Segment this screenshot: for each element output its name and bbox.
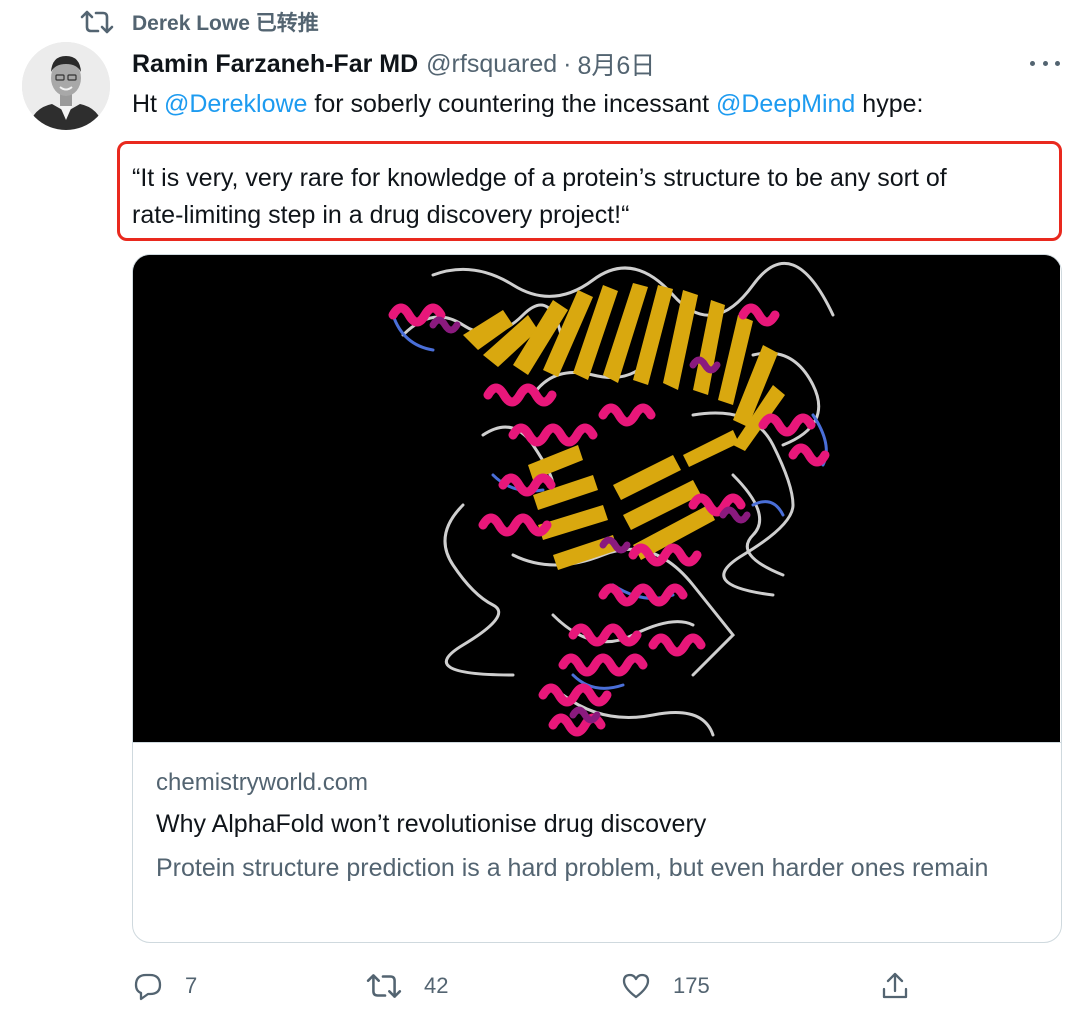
heart-icon [622, 973, 650, 999]
tweet-header: Ramin Farzaneh-Far MD @rfsquared · 8月6日 [132, 45, 655, 83]
tweet-text-part: Ht [132, 90, 164, 118]
retweet-icon [366, 974, 402, 998]
card-title[interactable]: Why AlphaFold won’t revolutionise drug d… [156, 810, 706, 839]
retweeted-by-label[interactable]: Derek Lowe 已转推 [132, 7, 319, 37]
tweet-text-part: hype: [855, 90, 924, 118]
card-description: Protein structure prediction is a hard p… [156, 854, 989, 882]
retweet-icon [80, 10, 114, 34]
quote-line: rate-limiting step in a drug discovery p… [132, 201, 630, 229]
reply-count: 7 [185, 973, 198, 998]
separator-dot: · [563, 49, 572, 78]
like-count: 175 [673, 973, 710, 998]
reply-icon [134, 973, 162, 1001]
share-button[interactable] [880, 966, 910, 1006]
protein-structure-image [133, 255, 1060, 742]
retweet-button[interactable]: 42 [366, 966, 448, 1006]
quote-line: “It is very, very rare for knowledge of … [132, 164, 947, 192]
card-divider [133, 742, 1061, 743]
mention-link-dereklowe[interactable]: @Dereklowe [164, 90, 307, 118]
author-name[interactable]: Ramin Farzaneh-Far MD [132, 50, 418, 79]
link-card[interactable]: chemistryworld.com Why AlphaFold won’t r… [132, 254, 1062, 943]
tweet-text: Ht @Dereklowe for soberly countering the… [132, 87, 923, 121]
retweet-header[interactable]: Derek Lowe 已转推 [80, 6, 319, 38]
tweet-date[interactable]: 8月6日 [578, 46, 656, 82]
avatar-photo [22, 42, 110, 130]
avatar[interactable] [22, 42, 110, 130]
more-options-icon[interactable] [1030, 50, 1060, 76]
retweet-count: 42 [424, 973, 449, 998]
share-icon [882, 972, 908, 999]
tweet-text-part: for soberly countering the incessant [307, 90, 716, 118]
mention-link-deepmind[interactable]: @DeepMind [716, 90, 855, 118]
reply-button[interactable]: 7 [133, 966, 197, 1006]
quoted-statement: “It is very, very rare for knowledge of … [132, 160, 1057, 234]
card-domain[interactable]: chemistryworld.com [156, 769, 368, 797]
like-button[interactable]: 175 [621, 966, 710, 1006]
author-handle[interactable]: @rfsquared [426, 50, 557, 79]
